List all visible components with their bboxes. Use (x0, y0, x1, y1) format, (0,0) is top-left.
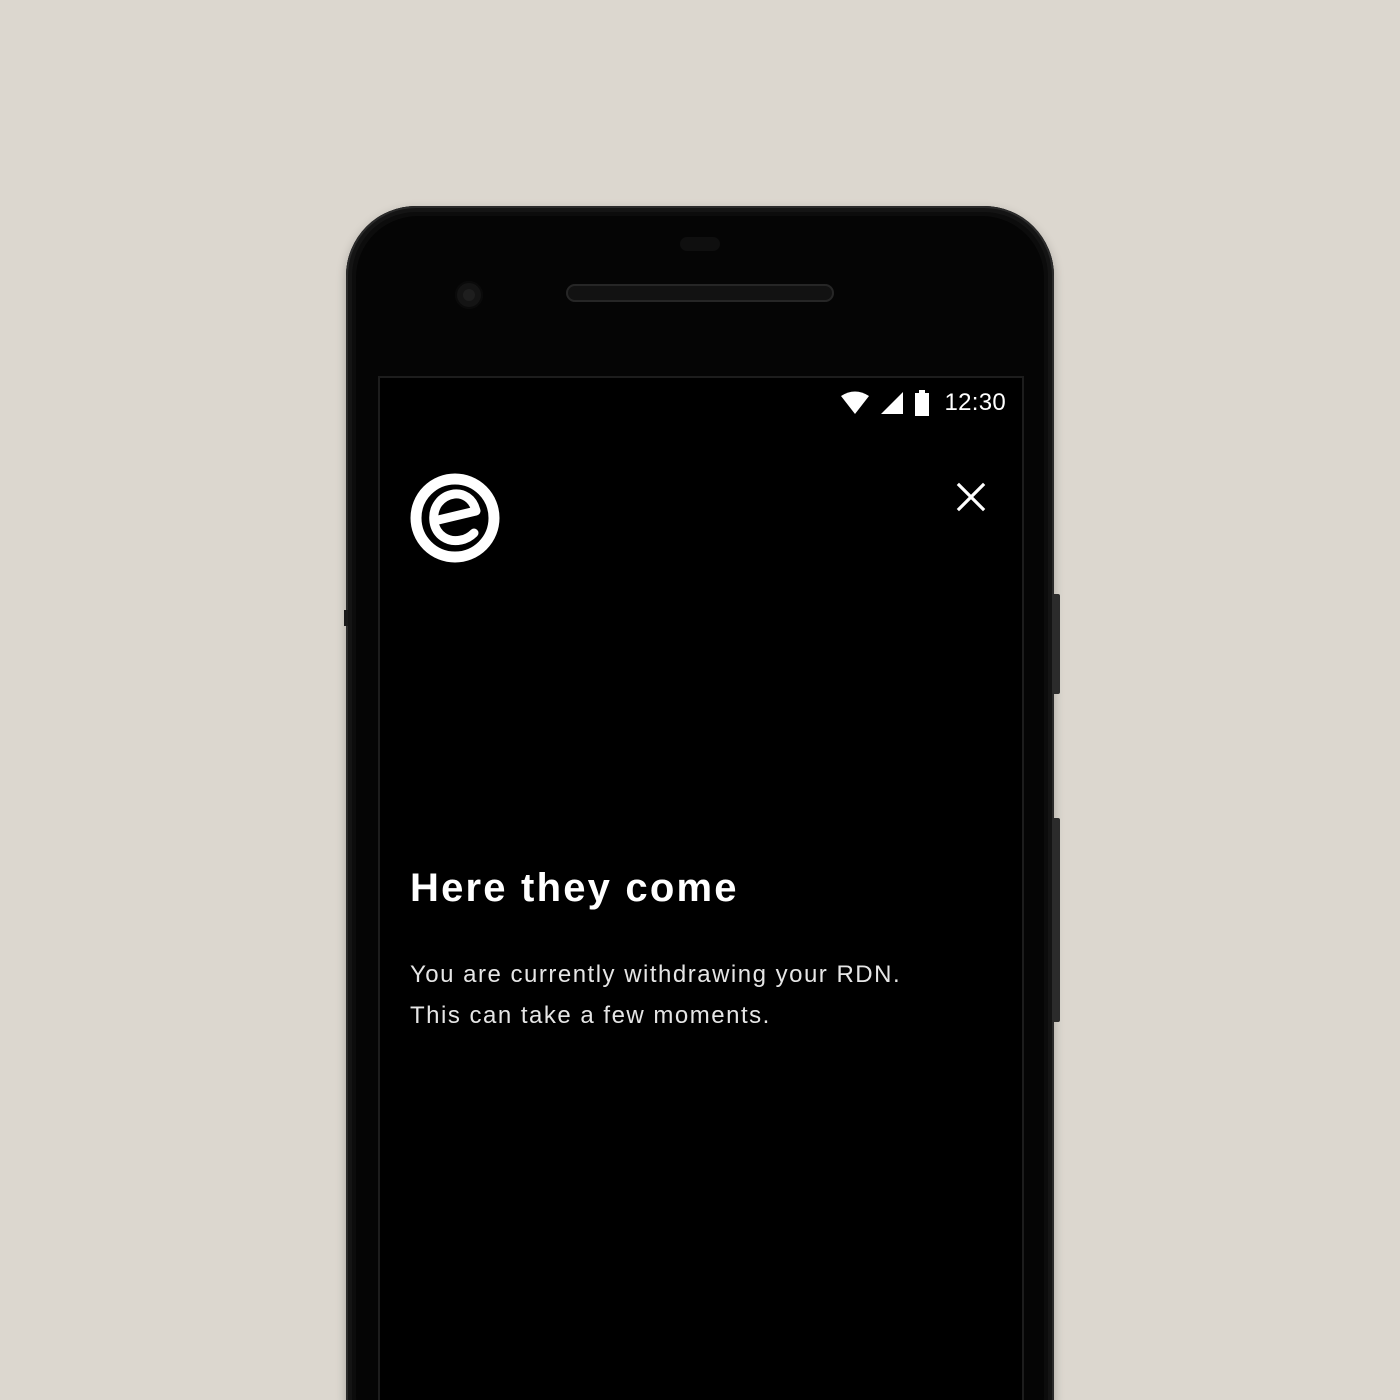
status-message-line-1: You are currently withdrawing your RDN. (410, 961, 902, 988)
sim-tray (344, 610, 348, 626)
close-button[interactable] (954, 480, 988, 514)
status-message: You are currently withdrawing your RDN. … (410, 954, 901, 1036)
power-button (1052, 594, 1060, 694)
front-camera-icon (455, 281, 483, 309)
scene: 12:30 Here they come You are currently w… (0, 0, 1400, 1400)
wifi-icon (841, 391, 870, 414)
proximity-sensor (680, 237, 720, 251)
cellular-signal-icon (881, 392, 904, 414)
app-screen: 12:30 Here they come You are currently w… (380, 378, 1022, 1400)
status-icons: 12:30 (840, 389, 1006, 416)
status-message-line-2: This can take a few moments. (410, 1002, 771, 1029)
page-title: Here they come (410, 866, 739, 910)
close-icon (956, 482, 986, 512)
battery-icon (915, 390, 930, 416)
circle-e-logo-icon (410, 473, 500, 563)
status-bar: 12:30 (380, 378, 1022, 428)
status-time: 12:30 (944, 389, 1006, 416)
volume-button (1052, 818, 1060, 1022)
earpiece-speaker (566, 284, 834, 302)
